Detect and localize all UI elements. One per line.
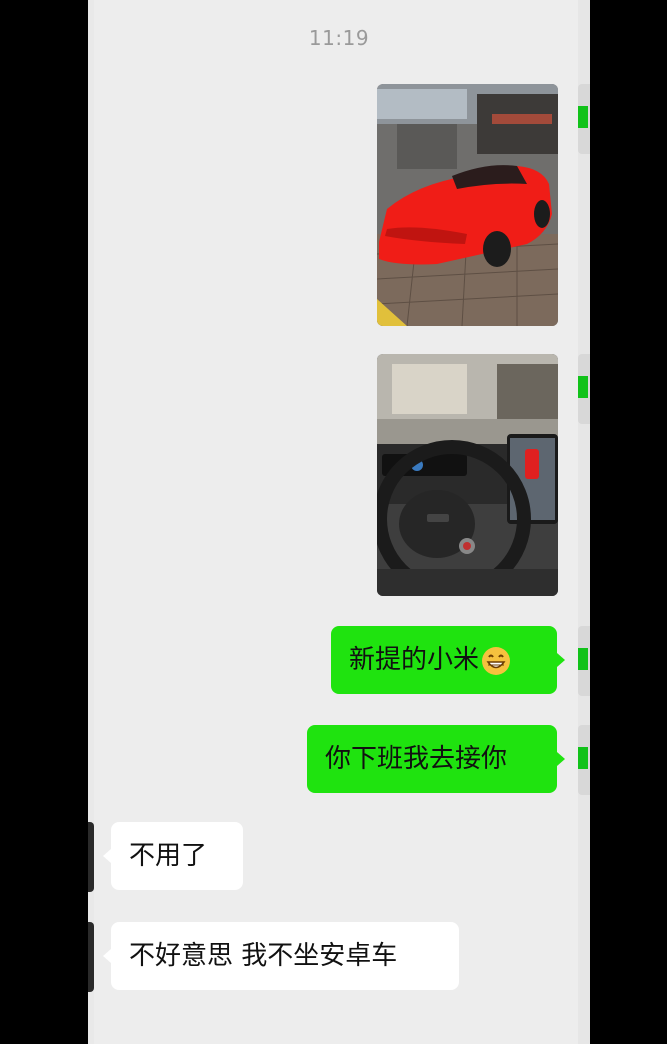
bubble-tail <box>557 653 565 667</box>
car-interior-photo-message[interactable] <box>377 354 558 596</box>
message-text: 你下班我去接你 <box>325 744 508 774</box>
chat-screen: 11:19 新提的小米 你下班我去接你 不用了 不好意思 我不坐安卓车 <box>88 0 590 1044</box>
bubble-tail <box>103 849 111 863</box>
red-car-photo <box>377 84 558 326</box>
message-text: 不用了 <box>129 841 208 871</box>
right-edge <box>578 0 590 1044</box>
outgoing-message-bubble[interactable]: 你下班我去接你 <box>307 725 557 793</box>
incoming-message-bubble[interactable]: 不用了 <box>111 822 243 890</box>
sender-avatar[interactable] <box>578 84 590 154</box>
incoming-message-bubble[interactable]: 不好意思 我不坐安卓车 <box>111 922 459 990</box>
outgoing-message-bubble[interactable]: 新提的小米 <box>331 626 557 694</box>
bubble-tail <box>557 752 565 766</box>
sender-avatar[interactable] <box>578 725 590 795</box>
bubble-tail <box>103 949 111 963</box>
red-car-photo-message[interactable] <box>377 84 558 326</box>
sender-avatar[interactable] <box>578 626 590 696</box>
message-timestamp: 11:19 <box>308 26 370 50</box>
sender-avatar[interactable] <box>578 354 590 424</box>
message-text: 不好意思 我不坐安卓车 <box>129 941 398 971</box>
receiver-avatar[interactable] <box>88 922 94 992</box>
receiver-avatar[interactable] <box>88 822 94 892</box>
grinning-face-icon <box>482 646 511 675</box>
car-interior-photo <box>377 354 558 596</box>
message-text: 新提的小米 <box>349 645 480 675</box>
